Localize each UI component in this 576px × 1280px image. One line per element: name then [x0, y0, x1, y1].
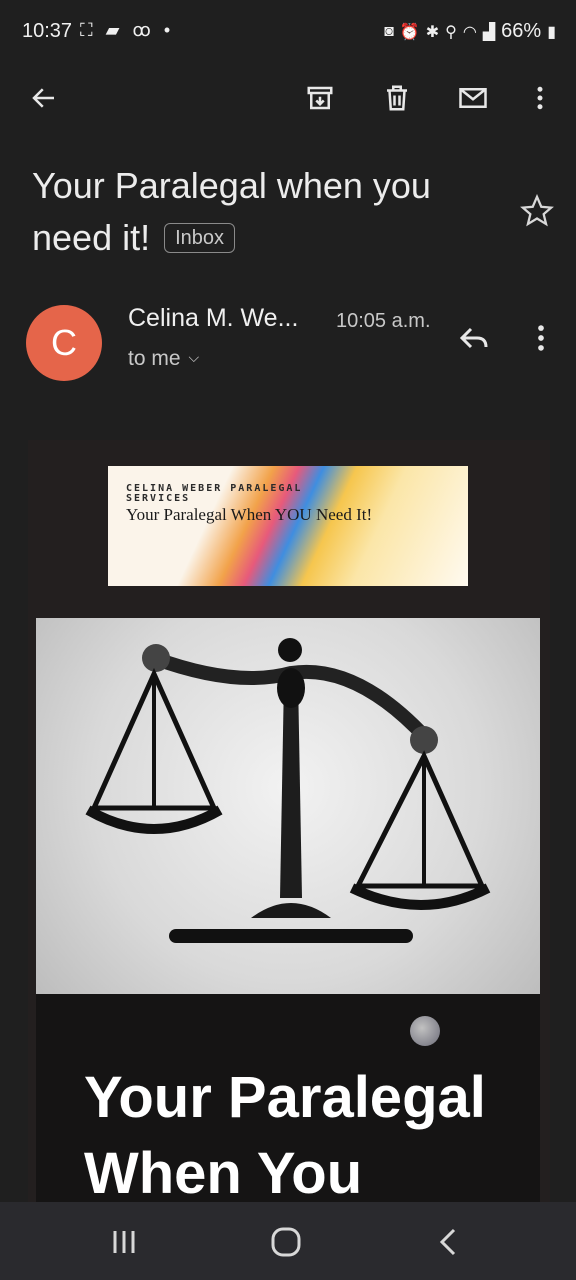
alarm-icon: ⏰: [399, 23, 420, 41]
delete-button[interactable]: [379, 80, 415, 116]
home-button[interactable]: [266, 1224, 306, 1260]
more-vert-icon: [537, 86, 543, 110]
data-saver-icon: ◙: [384, 22, 394, 40]
mark-unread-button[interactable]: [455, 80, 491, 116]
header-banner-image: CELINA WEBER PARALEGAL SERVICES Your Par…: [108, 466, 468, 586]
banner-tagline: Your Paralegal When YOU Need It!: [126, 505, 373, 524]
recent-apps-button[interactable]: [104, 1224, 144, 1260]
recipient-text: to me: [128, 347, 181, 370]
chevron-down-icon: ⌵: [188, 349, 200, 365]
location-icon: ⚲: [445, 23, 457, 41]
voicemail-icon: ꝏ: [132, 20, 155, 40]
scales-of-justice-image: [36, 618, 540, 994]
email-body: CELINA WEBER PARALEGAL SERVICES Your Par…: [28, 440, 550, 1220]
inbox-label-chip[interactable]: Inbox: [164, 223, 236, 253]
back-icon: [439, 1228, 456, 1256]
star-icon[interactable]: [520, 194, 554, 228]
delete-icon: [387, 85, 407, 111]
scales-icon: [85, 638, 491, 943]
archive-icon: [307, 86, 333, 110]
wifi-icon: ◠: [462, 23, 477, 41]
status-bar: 10:37 ⛶ ▰ ꝏ • ◙ ⏰ ✱ ⚲ ◠ ▟ 66% ▮: [0, 0, 576, 64]
sender-name[interactable]: Celina M. We...: [128, 304, 298, 333]
status-right: ◙ ⏰ ✱ ⚲ ◠ ▟ 66% ▮: [384, 20, 556, 43]
archive-button[interactable]: [302, 80, 338, 116]
nav-back-button[interactable]: [428, 1224, 468, 1260]
sender-avatar[interactable]: C: [26, 305, 102, 381]
more-options-button[interactable]: [522, 80, 558, 116]
mark-unread-icon: [459, 88, 487, 108]
status-time: 10:37: [22, 20, 73, 42]
back-arrow-icon: [32, 88, 54, 108]
back-button[interactable]: [26, 80, 62, 116]
bluetooth-icon: ✱: [425, 23, 440, 41]
signal-icon: ▟: [482, 23, 496, 41]
recipient-toggle[interactable]: to me ⌵: [128, 347, 199, 371]
more-vert-icon[interactable]: [524, 320, 558, 356]
reply-icon[interactable]: [456, 320, 492, 356]
email-time: 10:05 a.m.: [336, 310, 431, 332]
promo-section: Your Paralegal When You: [36, 994, 540, 1220]
chat-icon: ▰: [105, 20, 124, 40]
screenshot-icon: ⛶: [80, 20, 97, 40]
dot-icon: •: [163, 20, 175, 40]
battery-icon: ▮: [547, 23, 556, 41]
touch-indicator-icon: [410, 1016, 440, 1046]
system-nav-bar: [0, 1202, 576, 1280]
status-left-icons: ⛶ ▰ ꝏ •: [80, 20, 174, 41]
email-subject: Your Paralegal when you need it! Inbox: [32, 160, 502, 264]
recent-apps-icon: [113, 1231, 135, 1253]
banner-company-name: CELINA WEBER PARALEGAL SERVICES: [126, 483, 303, 504]
home-icon: [271, 1227, 301, 1257]
email-toolbar: [0, 66, 576, 130]
battery-percent: 66%: [501, 20, 542, 42]
promo-heading: Your Paralegal When You: [84, 1065, 486, 1206]
